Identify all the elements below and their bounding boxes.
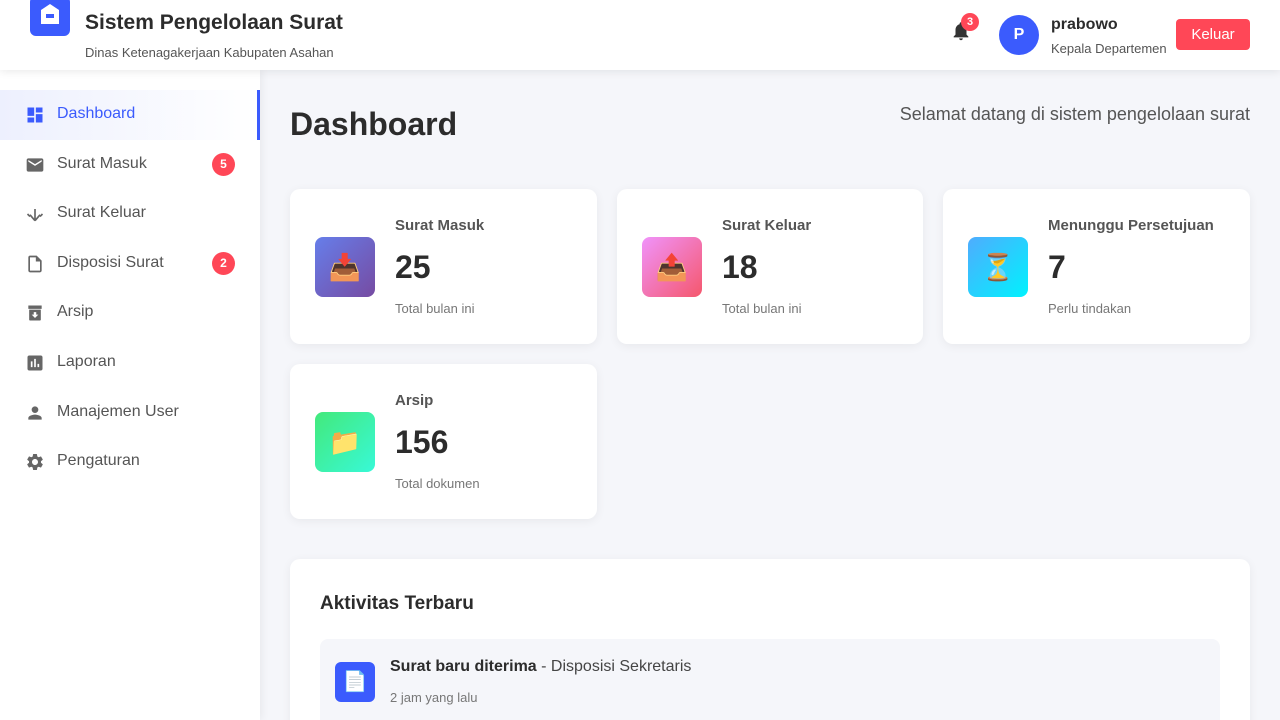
card-label: Arsip <box>395 392 434 409</box>
stat-card-menunggu-persetujuan[interactable]: ⏳ Menunggu Persetujuan 7 Perlu tindakan <box>943 189 1250 344</box>
card-value: 156 <box>395 424 449 460</box>
sidebar-item-manajemen-user[interactable]: Manajemen User <box>0 388 260 438</box>
sidebar-item-label: Surat Masuk <box>57 155 147 172</box>
outbox-tray-icon: 📤 <box>642 237 702 297</box>
sidebar-item-label: Surat Keluar <box>57 204 146 221</box>
sidebar-item-label: Dashboard <box>57 105 136 122</box>
mail-box-icon <box>41 4 59 24</box>
app-subtitle: Dinas Ketenagakerjaan Kabupaten Asahan <box>85 45 334 60</box>
sidebar-item-laporan[interactable]: Laporan <box>0 338 260 388</box>
sidebar-item-arsip[interactable]: Arsip <box>0 288 260 338</box>
dashboard-icon <box>27 107 43 123</box>
card-label: Surat Masuk <box>395 217 485 234</box>
stat-card-surat-keluar[interactable]: 📤 Surat Keluar 18 Total bulan ini <box>617 189 923 344</box>
sidebar-item-label: Pengaturan <box>57 452 140 469</box>
sidebar-item-surat-keluar[interactable]: Surat Keluar <box>0 189 260 239</box>
sidebar-item-label: Disposisi Surat <box>57 254 164 271</box>
app-title: Sistem Pengelolaan Surat <box>85 11 343 34</box>
section-title: Aktivitas Terbaru <box>320 593 474 614</box>
count-badge: 5 <box>212 153 235 176</box>
page-title: Dashboard <box>290 106 458 142</box>
card-note: Perlu tindakan <box>1048 301 1132 316</box>
card-value: 18 <box>722 249 758 285</box>
app-logo <box>30 0 70 36</box>
sidebar: Dashboard Surat Masuk 5 Surat Keluar Dis… <box>0 70 260 720</box>
logout-button[interactable]: Keluar <box>1176 19 1250 50</box>
activity-item[interactable]: 📄 Surat baru diterima - Disposisi Sekret… <box>320 639 1220 720</box>
avatar[interactable]: P <box>999 15 1039 55</box>
user-role: Kepala Departemen <box>1051 41 1167 56</box>
sidebar-item-pengaturan[interactable]: Pengaturan <box>0 437 260 487</box>
welcome-message: Selamat datang di sistem pengelolaan sur… <box>899 104 1250 124</box>
gear-icon <box>27 454 43 470</box>
stat-card-surat-masuk[interactable]: 📥 Surat Masuk 25 Total bulan ini <box>290 189 597 344</box>
sidebar-item-dashboard[interactable]: Dashboard <box>0 90 260 140</box>
card-value: 25 <box>395 249 431 285</box>
inbox-tray-icon: 📥 <box>315 237 375 297</box>
archive-icon <box>28 305 42 321</box>
card-note: Total bulan ini <box>395 301 475 316</box>
count-badge: 2 <box>212 252 235 275</box>
notification-count-badge: 3 <box>961 13 979 31</box>
activity-detail: - Disposisi Sekretaris <box>536 658 692 675</box>
page-icon: 📄 <box>335 662 375 702</box>
sidebar-item-label: Laporan <box>57 353 116 370</box>
mail-icon <box>26 158 44 172</box>
stat-card-arsip[interactable]: 📁 Arsip 156 Total dokumen <box>290 364 597 519</box>
card-label: Menunggu Persetujuan <box>1048 217 1214 234</box>
folder-icon: 📁 <box>315 412 375 472</box>
card-note: Total dokumen <box>395 476 480 491</box>
sidebar-item-label: Manajemen User <box>57 403 179 420</box>
hourglass-icon: ⏳ <box>968 237 1028 297</box>
report-icon <box>27 355 43 371</box>
document-icon <box>28 255 42 273</box>
recent-activity-panel: Aktivitas Terbaru 📄 Surat baru diterima … <box>290 559 1250 720</box>
send-icon <box>26 209 44 222</box>
activity-description: Surat baru diterima - Disposisi Sekretar… <box>390 658 691 676</box>
card-note: Total bulan ini <box>722 301 802 316</box>
activity-title: Surat baru diterima <box>390 658 537 675</box>
sidebar-item-surat-masuk[interactable]: Surat Masuk 5 <box>0 140 260 190</box>
top-header: Sistem Pengelolaan Surat Dinas Ketenagak… <box>0 0 1280 70</box>
user-icon <box>28 406 42 420</box>
card-value: 7 <box>1048 249 1066 285</box>
card-label: Surat Keluar <box>722 217 812 234</box>
sidebar-item-label: Arsip <box>57 303 94 320</box>
user-name: prabowo <box>1051 16 1118 33</box>
sidebar-item-disposisi-surat[interactable]: Disposisi Surat 2 <box>0 239 260 289</box>
activity-time: 2 jam yang lalu <box>390 690 478 705</box>
